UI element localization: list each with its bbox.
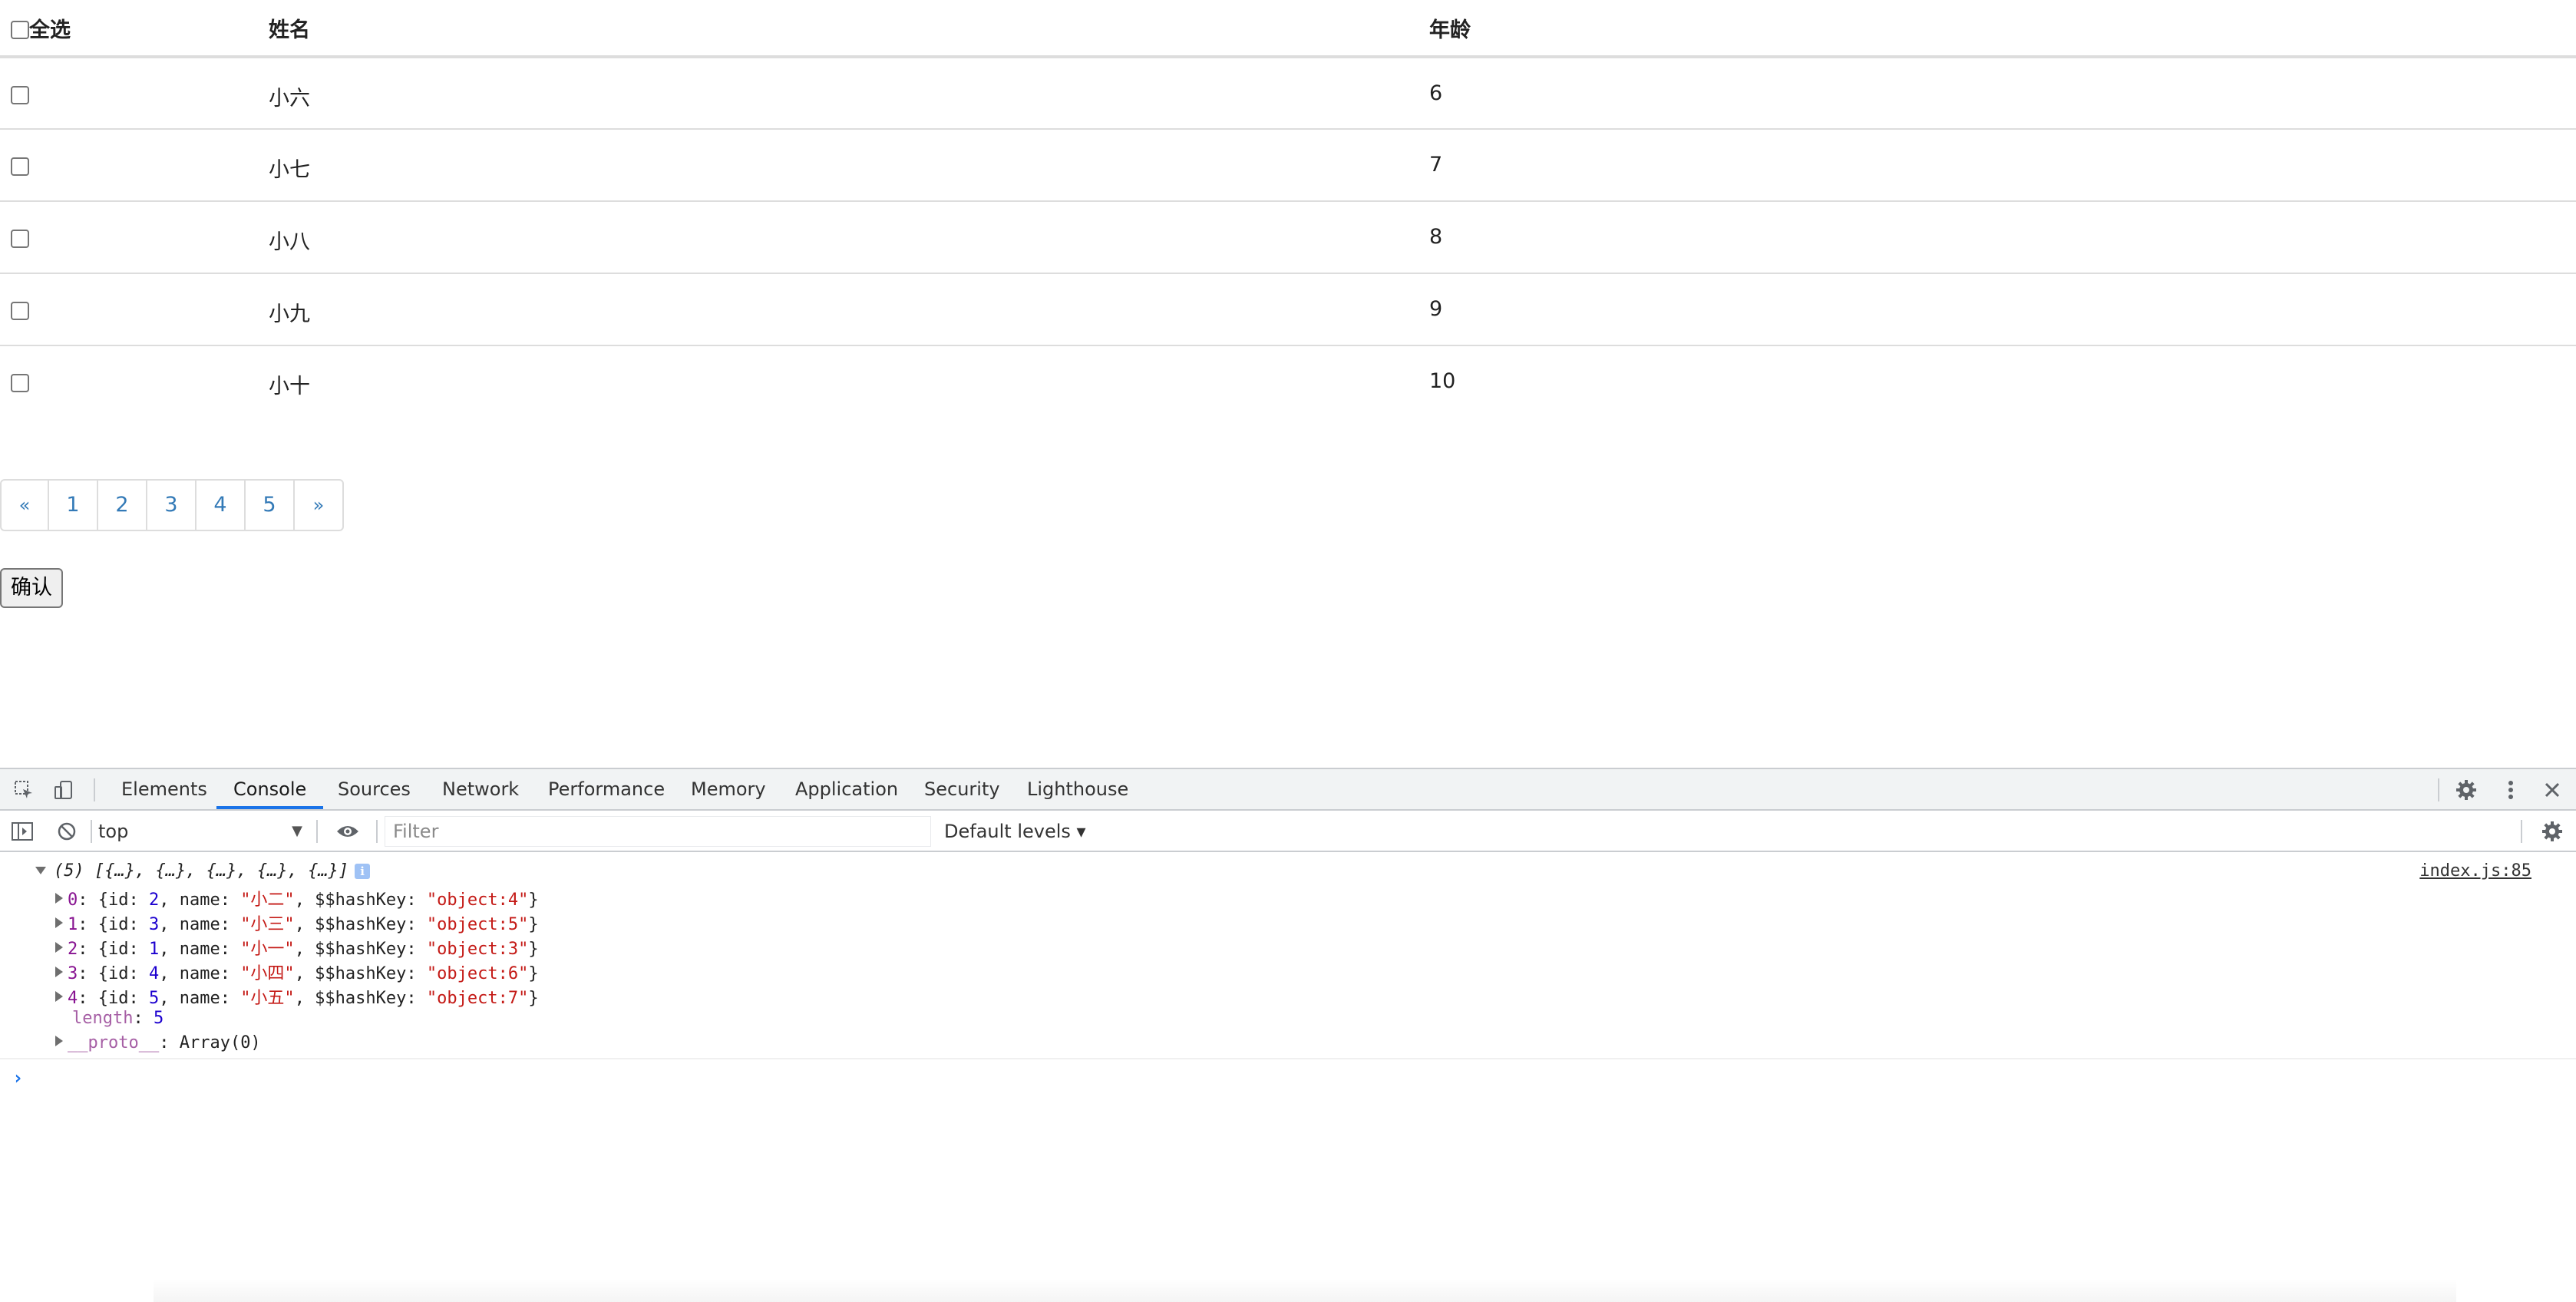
pagination: « 1 2 3 4 5 » — [0, 479, 344, 531]
pagination-next[interactable]: » — [295, 481, 342, 530]
devtools-tabbar: Elements Console Sources Network Perform… — [0, 769, 2576, 811]
tab-network[interactable]: Network — [442, 769, 519, 809]
select-all-header: 全选 — [0, 0, 269, 57]
table-row: 小八 8 — [0, 201, 2576, 273]
table-row: 小十 10 — [0, 345, 2576, 418]
tab-performance[interactable]: Performance — [548, 769, 665, 809]
inspect-icon[interactable] — [11, 777, 37, 803]
pagination-page-5[interactable]: 5 — [246, 481, 295, 530]
tab-security[interactable]: Security — [924, 769, 1000, 809]
tab-elements[interactable]: Elements — [121, 769, 207, 809]
log-array-summary[interactable]: (5) [{…}, {…}, {…}, {…}, {…}] i — [35, 861, 371, 881]
tab-console[interactable]: Console — [216, 769, 324, 809]
expand-right-icon[interactable] — [55, 1036, 63, 1046]
expand-right-icon[interactable] — [55, 917, 63, 928]
tab-separator — [2438, 778, 2439, 801]
log-source-link[interactable]: index.js:85 — [2419, 861, 2531, 881]
console-divider — [0, 1058, 2576, 1059]
log-item[interactable]: 2: {id: 1, name: "小一", $$hashKey: "objec… — [55, 935, 539, 960]
pagination-prev[interactable]: « — [2, 481, 49, 530]
name-header: 姓名 — [269, 18, 310, 42]
row-name: 小六 — [269, 87, 310, 111]
expand-right-icon[interactable] — [55, 991, 63, 1002]
log-length: length: 5 — [72, 1009, 164, 1028]
expand-right-icon[interactable] — [55, 893, 63, 904]
log-item[interactable]: 0: {id: 2, name: "小二", $$hashKey: "objec… — [55, 886, 539, 910]
context-select[interactable]: top ▼ — [98, 817, 313, 846]
row-checkbox[interactable] — [11, 301, 29, 320]
close-icon[interactable] — [2539, 777, 2565, 803]
row-age: 10 — [1429, 369, 1456, 393]
expand-down-icon[interactable] — [35, 867, 46, 874]
row-age: 8 — [1429, 225, 1443, 249]
context-value: top — [98, 821, 129, 842]
clear-console-icon[interactable] — [54, 818, 80, 844]
tab-memory[interactable]: Memory — [691, 769, 766, 809]
pagination-page-3[interactable]: 3 — [147, 481, 197, 530]
row-name: 小十 — [269, 375, 310, 398]
browser-viewport: 全选 姓名 年龄 小六 6 小七 7 小八 8 小九 9 小十 10 « 1 2… — [0, 0, 2576, 1302]
sidebar-toggle-icon[interactable] — [9, 818, 35, 844]
table-row: 小七 7 — [0, 129, 2576, 201]
age-header: 年龄 — [1429, 18, 1471, 42]
devtools-panel: Elements Console Sources Network Perform… — [0, 768, 2576, 1302]
toolbar-separator — [316, 820, 318, 843]
confirm-button[interactable]: 确认 — [0, 568, 63, 608]
pagination-page-1[interactable]: 1 — [49, 481, 98, 530]
log-levels-dropdown[interactable]: Default levels ▾ — [944, 817, 1086, 846]
console-prompt[interactable]: › — [12, 1067, 23, 1089]
expand-right-icon[interactable] — [55, 967, 63, 977]
row-checkbox[interactable] — [11, 373, 29, 392]
filter-input[interactable] — [385, 816, 931, 847]
row-checkbox[interactable] — [11, 229, 29, 248]
table-row: 小六 6 — [0, 57, 2576, 129]
toolbar-separator — [376, 820, 378, 843]
row-name: 小七 — [269, 158, 310, 182]
more-vertical-icon[interactable] — [2498, 777, 2524, 803]
tab-application[interactable]: Application — [795, 769, 898, 809]
device-toggle-icon[interactable] — [51, 777, 77, 803]
select-all-label: 全选 — [29, 18, 71, 42]
gear-icon[interactable] — [2453, 777, 2479, 803]
pagination-page-2[interactable]: 2 — [98, 481, 147, 530]
select-all-checkbox[interactable] — [11, 20, 29, 39]
log-item[interactable]: 4: {id: 5, name: "小五", $$hashKey: "objec… — [55, 984, 539, 1009]
row-age: 9 — [1429, 297, 1443, 321]
row-age: 6 — [1429, 81, 1443, 105]
tab-lighthouse[interactable]: Lighthouse — [1027, 769, 1128, 809]
row-name: 小九 — [269, 302, 310, 326]
bottom-shadow — [154, 1279, 2456, 1302]
row-checkbox[interactable] — [11, 157, 29, 176]
log-proto[interactable]: __proto__: Array(0) — [55, 1033, 261, 1053]
toolbar-separator — [91, 820, 92, 843]
expand-right-icon[interactable] — [55, 942, 63, 953]
table-row: 小九 9 — [0, 273, 2576, 345]
row-checkbox[interactable] — [11, 85, 29, 104]
row-age: 7 — [1429, 153, 1443, 177]
console-toolbar: top ▼ Default levels ▾ — [0, 811, 2576, 852]
chevron-down-icon: ▼ — [292, 823, 302, 839]
console-output: (5) [{…}, {…}, {…}, {…}, {…}] i index.js:… — [0, 852, 2576, 1302]
tab-separator — [94, 778, 95, 801]
row-name: 小八 — [269, 230, 310, 254]
log-item[interactable]: 1: {id: 3, name: "小三", $$hashKey: "objec… — [55, 910, 539, 935]
eye-icon[interactable] — [335, 818, 361, 844]
table-header-row: 全选 姓名 年龄 — [0, 0, 2576, 57]
tab-sources[interactable]: Sources — [338, 769, 411, 809]
info-icon[interactable]: i — [355, 864, 371, 879]
data-table: 全选 姓名 年龄 小六 6 小七 7 小八 8 小九 9 小十 10 — [0, 0, 2576, 418]
pagination-page-4[interactable]: 4 — [197, 481, 246, 530]
page-content: 全选 姓名 年龄 小六 6 小七 7 小八 8 小九 9 小十 10 « 1 2… — [0, 0, 2576, 768]
toolbar-separator — [2521, 820, 2522, 843]
console-settings-gear-icon[interactable] — [2539, 818, 2565, 844]
log-item[interactable]: 3: {id: 4, name: "小四", $$hashKey: "objec… — [55, 960, 539, 984]
